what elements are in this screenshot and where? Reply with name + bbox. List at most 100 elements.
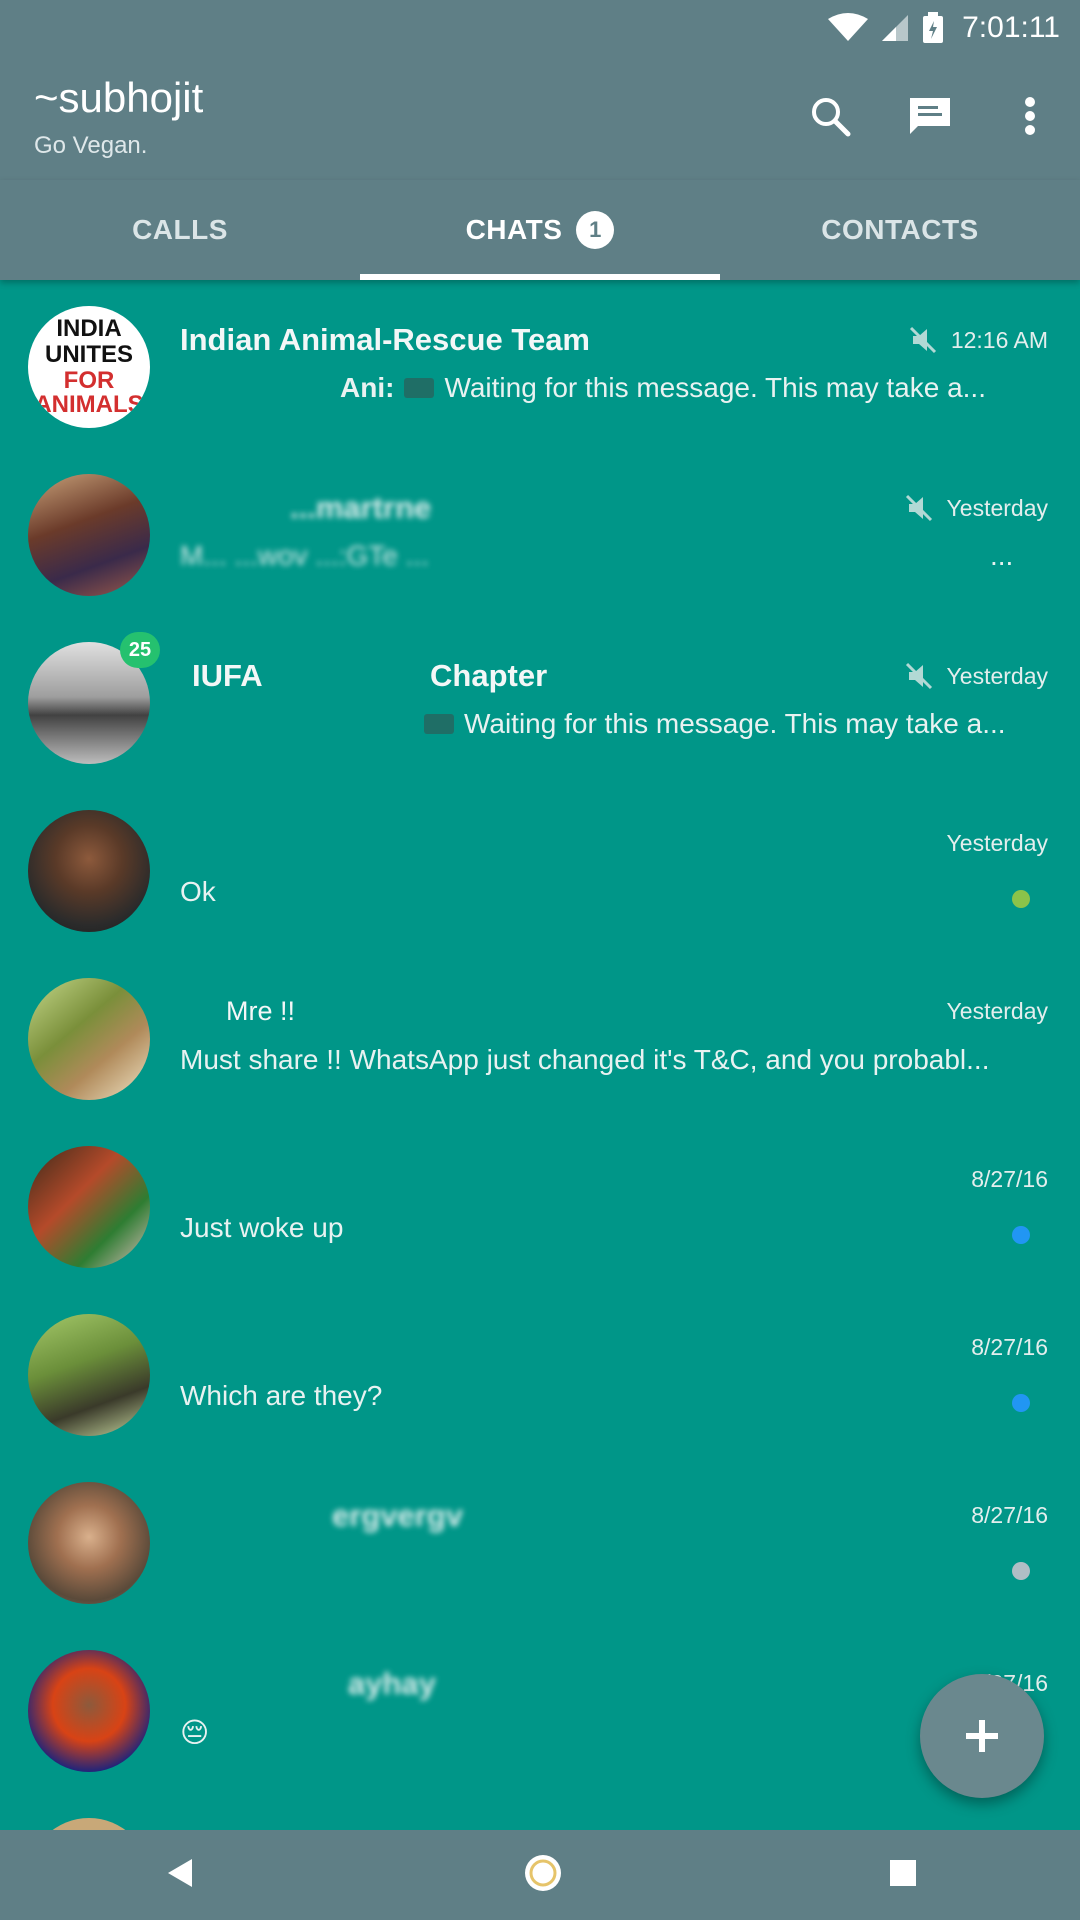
chat-row[interactable]: Yesterday Ok	[0, 784, 1080, 952]
status-time: 7:01:11	[962, 11, 1060, 44]
chat-name: ergvergv	[332, 1498, 463, 1533]
chat-row[interactable]: 25 IUFA Chapter Yesterday Waiting for th…	[0, 616, 1080, 784]
chat-row[interactable]: ergvergv 8/27/16	[0, 1456, 1080, 1624]
chat-time-label: 8/27/16	[971, 1502, 1048, 1528]
new-chat-fab[interactable]	[920, 1674, 1044, 1798]
status-dot	[1012, 1226, 1030, 1244]
pending-message-icon	[404, 378, 435, 398]
avatar-text: INDIA	[56, 315, 121, 342]
chat-time-label: Yesterday	[946, 830, 1048, 856]
app-subtitle: Go Vegan.	[34, 132, 148, 159]
chat-name: Indian Animal-Rescue Team	[180, 322, 590, 357]
chat-preview: 😔	[180, 1716, 1020, 1749]
chat-time-label: Yesterday	[946, 662, 1048, 689]
home-icon	[524, 1854, 561, 1891]
chat-preview: Which are they?	[180, 1380, 1020, 1412]
wifi-icon	[828, 13, 869, 43]
chat-time: Yesterday	[947, 998, 1048, 1025]
chat-list[interactable]: INDIA UNITES FOR ANIMALS Indian Animal-R…	[0, 280, 1080, 1830]
avatar-text: ANIMALS	[34, 391, 143, 418]
chat-time: 8/27/16	[971, 1166, 1048, 1193]
nav-home-button[interactable]	[521, 1851, 565, 1900]
chat-time-label: Yesterday	[946, 494, 1048, 521]
new-message-button[interactable]	[900, 86, 960, 146]
status-dot	[1012, 1394, 1030, 1412]
chat-row[interactable]: INDIA UNITES FOR ANIMALS Indian Animal-R…	[0, 280, 1080, 448]
avatar-text: UNITES	[45, 341, 133, 368]
chat-row[interactable]: 8/27/16 Which are they?	[0, 1288, 1080, 1456]
app-bar: ~subhojit Go Vegan.	[0, 56, 1080, 180]
avatar-text: FOR	[64, 367, 115, 394]
status-dot	[1012, 1562, 1030, 1580]
more-options-button[interactable]	[1000, 86, 1060, 146]
avatar	[28, 474, 150, 596]
online-status-dot	[1012, 890, 1030, 908]
battery-icon	[922, 12, 944, 44]
tab-calls-label: CALLS	[132, 214, 228, 245]
chat-preview-end: ...	[990, 540, 1014, 571]
chat-time-label: 8/27/16	[971, 1334, 1048, 1360]
chat-name-prefix: IUFA	[192, 658, 263, 693]
chat-row[interactable]	[0, 1792, 1080, 1830]
chat-time-label: Yesterday	[946, 998, 1048, 1024]
chat-preview: Ani: Waiting for this message. This may …	[340, 372, 1020, 404]
app-title: ~subhojit	[34, 74, 204, 121]
status-bar: 7:01:11	[0, 0, 1080, 56]
chat-preview-text: Just woke up	[180, 1212, 344, 1243]
nav-recents-button[interactable]	[888, 1858, 918, 1893]
plus-icon	[966, 1720, 998, 1752]
tab-calls[interactable]: CALLS	[0, 180, 360, 280]
chat-preview: Must share !! WhatsApp just changed it's…	[180, 1044, 1020, 1076]
chat-row[interactable]: Mre !! Yesterday Must share !! WhatsApp …	[0, 952, 1080, 1120]
chat-time: 8/27/16	[971, 1334, 1048, 1361]
avatar	[28, 1818, 150, 1830]
chat-time-label: 12:16 AM	[950, 326, 1048, 353]
muted-icon	[909, 326, 936, 354]
chat-preview: M... ...wov ...:GTe ...	[180, 540, 1020, 572]
chat-time-label: 8/27/16	[971, 1166, 1048, 1192]
chat-preview-text: Which are they?	[180, 1380, 383, 1411]
tab-chats[interactable]: CHATS 1	[360, 180, 720, 280]
chat-name: ...martrne	[290, 490, 432, 525]
chat-preview-text: M... ...wov ...:GTe ...	[180, 540, 429, 571]
chat-name: Mre !!	[226, 996, 296, 1026]
chat-preview-text: Ok	[180, 876, 216, 907]
chat-time: Yesterday	[947, 830, 1048, 857]
tab-chats-badge: 1	[576, 211, 615, 249]
signal-icon	[880, 13, 910, 43]
search-icon	[812, 98, 851, 137]
chat-preview-text: Waiting for this message. This may take …	[464, 708, 1006, 739]
back-icon	[167, 1858, 192, 1887]
nav-back-button[interactable]	[162, 1855, 198, 1896]
system-nav-bar	[0, 1830, 1080, 1920]
tab-contacts-label: CONTACTS	[821, 214, 979, 245]
avatar	[28, 1146, 150, 1268]
unread-count-badge: 25	[120, 632, 160, 668]
chat-preview-ellipsis: ...	[990, 540, 1030, 572]
chat-preview-text: Waiting for this message. This may take …	[444, 372, 986, 403]
chat-time: Yesterday	[905, 494, 1048, 522]
more-vert-icon	[1025, 97, 1035, 135]
chat-preview-text: Must share !! WhatsApp just changed it's…	[180, 1044, 990, 1075]
avatar: INDIA UNITES FOR ANIMALS	[28, 306, 150, 428]
muted-icon	[905, 494, 932, 522]
chat-time: 8/27/16	[971, 1502, 1048, 1529]
chat-time: Yesterday	[905, 662, 1048, 690]
chat-row[interactable]: ayhay 8/27/16 😔	[0, 1624, 1080, 1792]
chat-row[interactable]: 8/27/16 Just woke up	[0, 1120, 1080, 1288]
avatar	[28, 978, 150, 1100]
chat-time: 12:16 AM	[909, 326, 1048, 354]
tab-contacts[interactable]: CONTACTS	[720, 180, 1080, 280]
new-message-icon	[910, 98, 950, 134]
avatar	[28, 810, 150, 932]
avatar	[28, 1482, 150, 1604]
chat-sender: Ani:	[340, 372, 395, 403]
search-button[interactable]	[800, 86, 860, 146]
chat-row[interactable]: ...martrne Yesterday M... ...wov ...:GTe…	[0, 448, 1080, 616]
chat-name: ayhay	[348, 1666, 436, 1701]
app-actions	[800, 86, 1060, 146]
tab-chats-label: CHATS	[465, 214, 563, 245]
chat-preview-text: 😔	[180, 1717, 210, 1748]
chat-preview: Waiting for this message. This may take …	[424, 708, 1020, 740]
chat-name-suffix: Chapter	[430, 658, 548, 693]
